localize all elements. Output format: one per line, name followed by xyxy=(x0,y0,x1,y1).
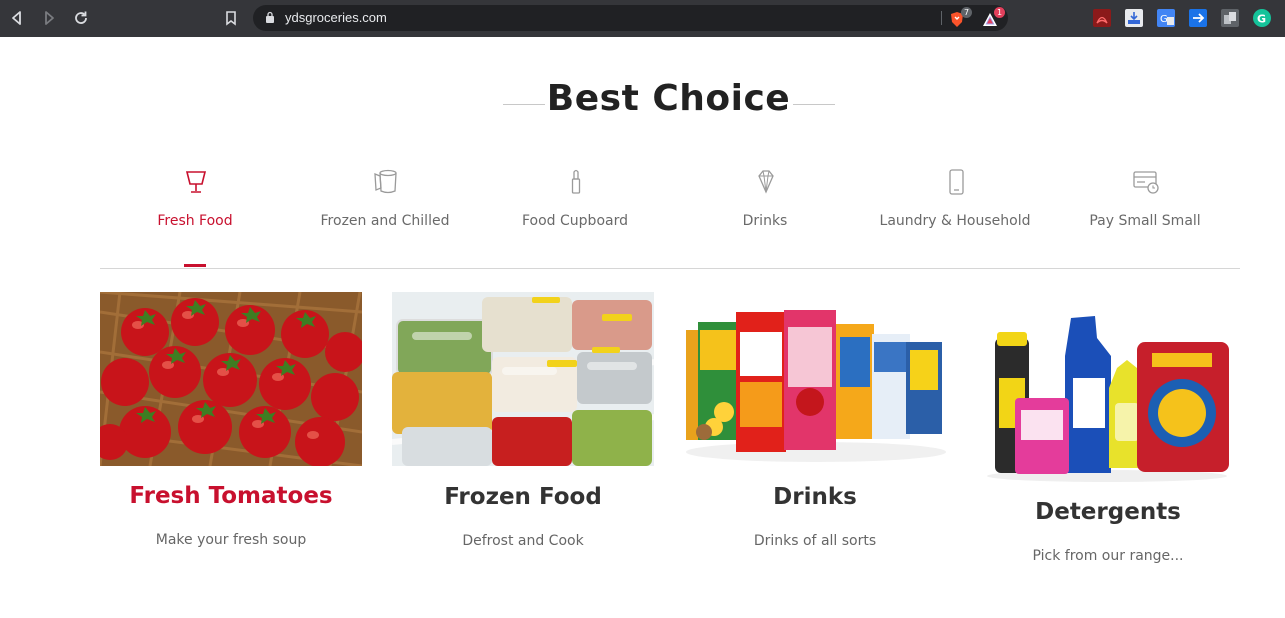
tab-drinks[interactable]: Drinks xyxy=(670,160,860,268)
tab-label: Fresh Food xyxy=(157,213,233,229)
lipstick-icon xyxy=(571,169,581,194)
brave-rewards-icon[interactable]: 1 xyxy=(981,7,1005,28)
cup-icon xyxy=(374,169,397,194)
tab-label: Pay Small Small xyxy=(1089,213,1201,229)
download-extension-icon[interactable] xyxy=(1125,9,1143,27)
translate-extension-icon[interactable]: G xyxy=(1157,9,1175,27)
tab-frozen-and-chilled[interactable]: Frozen and Chilled xyxy=(290,160,480,268)
tabs-divider xyxy=(100,268,1240,269)
card-description: Make your fresh soup xyxy=(155,532,307,548)
shields-count-badge: 7 xyxy=(961,7,972,18)
phone-icon xyxy=(949,169,964,195)
url-text: ydsgroceries.com xyxy=(285,10,387,25)
card-title[interactable]: Fresh Tomatoes xyxy=(100,483,362,509)
page-title: Best Choice xyxy=(546,78,791,119)
section-heading: Best Choice xyxy=(0,78,1285,128)
tab-label: Laundry & Household xyxy=(879,213,1031,229)
card-title[interactable]: Drinks xyxy=(684,484,946,510)
bookmark-icon[interactable] xyxy=(222,9,240,27)
card-title[interactable]: Frozen Food xyxy=(392,484,654,510)
tab-label: Drinks xyxy=(742,213,788,229)
browser-toolbar: ydsgroceries.com 7 1 G G xyxy=(0,0,1285,37)
card-description: Drinks of all sorts xyxy=(753,533,877,549)
pdf-extension-icon[interactable] xyxy=(1093,9,1111,27)
tomatoes-basket-image[interactable] xyxy=(100,292,362,466)
tab-food-cupboard[interactable]: Food Cupboard xyxy=(480,160,670,268)
svg-text:G: G xyxy=(1257,13,1266,26)
card-description: Defrost and Cook xyxy=(462,533,584,549)
desk-lamp-icon xyxy=(185,171,207,193)
rewards-count-badge: 1 xyxy=(994,7,1005,18)
back-icon[interactable] xyxy=(8,9,26,27)
tab-label: Frozen and Chilled xyxy=(320,213,450,229)
credit-card-clock-icon xyxy=(1133,171,1159,194)
tab-label: Food Cupboard xyxy=(522,213,628,229)
active-tab-indicator xyxy=(184,264,206,267)
tab-laundry-household[interactable]: Laundry & Household xyxy=(860,160,1050,268)
reload-icon[interactable] xyxy=(72,9,90,27)
detergent-products-image[interactable] xyxy=(977,308,1239,482)
grammarly-extension-icon[interactable]: G xyxy=(1253,9,1271,27)
diamond-icon xyxy=(758,170,774,194)
address-bar[interactable]: ydsgroceries.com 7 1 xyxy=(253,5,1008,31)
tab-pay-small-small[interactable]: Pay Small Small xyxy=(1050,160,1240,268)
puzzle-extensions-icon[interactable] xyxy=(1221,9,1239,27)
frozen-food-fridge-image[interactable] xyxy=(392,292,654,466)
svg-text:G: G xyxy=(1160,14,1168,25)
category-tabs: Fresh Food Frozen and Chilled Food Cupbo… xyxy=(100,160,1240,268)
omnibox-divider xyxy=(941,11,942,25)
card-title[interactable]: Detergents xyxy=(977,499,1239,525)
lock-icon xyxy=(266,11,274,23)
heading-rule-right xyxy=(793,104,835,105)
forward-icon[interactable] xyxy=(40,9,58,27)
juice-cartons-image[interactable] xyxy=(684,292,946,466)
card-description: Pick from our range... xyxy=(1032,548,1184,564)
screen-capture-extension-icon[interactable] xyxy=(1189,9,1207,27)
tab-fresh-food[interactable]: Fresh Food xyxy=(100,160,290,268)
brave-shields-icon[interactable]: 7 xyxy=(948,7,972,28)
